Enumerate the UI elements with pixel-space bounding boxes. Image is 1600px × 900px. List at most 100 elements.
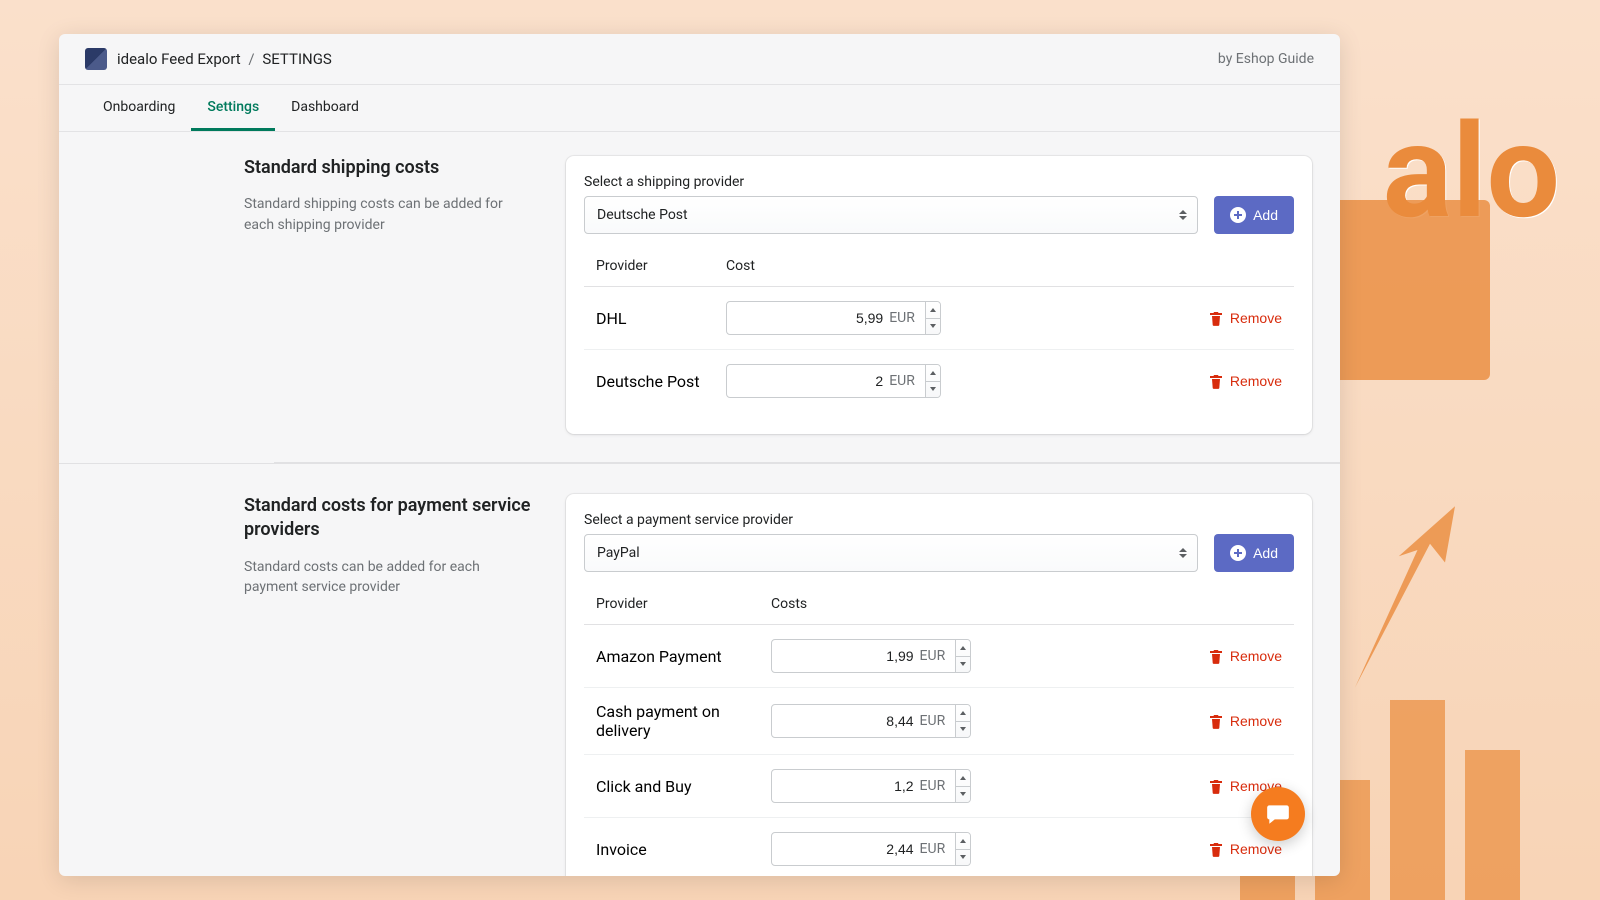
app-window: idealo Feed Export / SETTINGS by Eshop G…	[59, 34, 1340, 876]
payment-add-button[interactable]: Add	[1214, 534, 1294, 572]
plus-circle-icon	[1230, 207, 1246, 223]
breadcrumb-app[interactable]: idealo Feed Export	[117, 50, 241, 68]
shipping-row-provider: Deutsche Post	[596, 372, 726, 391]
currency-suffix: EUR	[920, 705, 956, 737]
chat-bubble-icon	[1265, 801, 1291, 827]
stepper-down-icon[interactable]	[926, 318, 940, 335]
remove-label: Remove	[1230, 373, 1282, 389]
shipping-row: Deutsche Post EUR	[584, 350, 1294, 412]
payment-cost-input[interactable]: EUR	[771, 832, 971, 866]
shipping-provider-selected: Deutsche Post	[597, 207, 688, 223]
shipping-row-provider: DHL	[596, 309, 726, 328]
shipping-cost-input[interactable]: EUR	[726, 301, 941, 335]
currency-suffix: EUR	[920, 640, 956, 672]
payment-cost-field[interactable]	[772, 770, 920, 802]
shipping-cost-field[interactable]	[727, 365, 889, 397]
payment-remove-button[interactable]: Remove	[1209, 841, 1282, 857]
shipping-remove-button[interactable]: Remove	[1209, 373, 1282, 389]
trash-icon	[1209, 374, 1223, 389]
content-area: Standard shipping costs Standard shippin…	[59, 132, 1340, 876]
section-shipping: Standard shipping costs Standard shippin…	[59, 132, 1340, 434]
shipping-col-provider: Provider	[596, 258, 726, 274]
shipping-cost-input[interactable]: EUR	[726, 364, 941, 398]
remove-label: Remove	[1230, 713, 1282, 729]
select-caret-icon	[1179, 548, 1187, 558]
currency-suffix: EUR	[889, 365, 925, 397]
payment-add-label: Add	[1253, 545, 1278, 561]
trash-icon	[1209, 311, 1223, 326]
header-byline: by Eshop Guide	[1218, 51, 1314, 67]
breadcrumb: idealo Feed Export / SETTINGS	[117, 50, 332, 68]
stepper-down-icon[interactable]	[956, 849, 970, 866]
tab-onboarding[interactable]: Onboarding	[87, 85, 191, 131]
payment-card: Select a payment service provider PayPal…	[566, 494, 1312, 876]
select-caret-icon	[1179, 210, 1187, 220]
payment-provider-selected: PayPal	[597, 545, 640, 561]
payment-cost-field[interactable]	[772, 833, 920, 865]
shipping-add-label: Add	[1253, 207, 1278, 223]
payment-cost-input[interactable]: EUR	[771, 769, 971, 803]
shipping-provider-select[interactable]: Deutsche Post	[584, 196, 1198, 234]
payment-section-description: Standard costs can be added for each pay…	[244, 557, 534, 598]
background-brand-text: alo	[1383, 95, 1560, 248]
help-chat-button[interactable]	[1251, 787, 1305, 841]
currency-suffix: EUR	[920, 770, 956, 802]
currency-suffix: EUR	[920, 833, 956, 865]
payment-table: Provider Costs Amazon Payment EUR	[584, 586, 1294, 876]
shipping-table: Provider Cost DHL EUR	[584, 248, 1294, 412]
tabs: Onboarding Settings Dashboard	[59, 85, 1340, 132]
payment-row: Click and Buy EUR	[584, 755, 1294, 818]
plus-circle-icon	[1230, 545, 1246, 561]
trash-icon	[1209, 714, 1223, 729]
payment-row-provider: Cash payment on delivery	[596, 702, 771, 740]
app-header: idealo Feed Export / SETTINGS by Eshop G…	[59, 34, 1340, 85]
payment-col-cost: Costs	[771, 596, 1282, 612]
payment-section-title: Standard costs for payment service provi…	[244, 494, 534, 543]
payment-cost-input[interactable]: EUR	[771, 704, 971, 738]
shipping-card: Select a shipping provider Deutsche Post…	[566, 156, 1312, 434]
tab-dashboard[interactable]: Dashboard	[275, 85, 375, 131]
app-logo-icon	[85, 48, 107, 70]
payment-cost-field[interactable]	[772, 705, 920, 737]
background-arrow-shape	[1330, 500, 1480, 700]
payment-row-provider: Click and Buy	[596, 777, 771, 796]
shipping-cost-field[interactable]	[727, 302, 889, 334]
shipping-remove-button[interactable]: Remove	[1209, 310, 1282, 326]
stepper-up-icon[interactable]	[956, 833, 970, 849]
payment-row: Amazon Payment EUR	[584, 625, 1294, 688]
stepper-down-icon[interactable]	[956, 656, 970, 673]
shipping-select-label: Select a shipping provider	[584, 174, 1294, 190]
remove-label: Remove	[1230, 648, 1282, 664]
payment-col-provider: Provider	[596, 596, 771, 612]
payment-remove-button[interactable]: Remove	[1209, 648, 1282, 664]
payment-cost-input[interactable]: EUR	[771, 639, 971, 673]
payment-row: Invoice EUR	[584, 818, 1294, 876]
trash-icon	[1209, 842, 1223, 857]
stepper-up-icon[interactable]	[956, 705, 970, 721]
breadcrumb-separator: /	[248, 50, 254, 68]
stepper-up-icon[interactable]	[926, 302, 940, 318]
trash-icon	[1209, 649, 1223, 664]
payment-select-label: Select a payment service provider	[584, 512, 1294, 528]
tab-settings[interactable]: Settings	[191, 85, 275, 131]
stepper-up-icon[interactable]	[926, 365, 940, 381]
shipping-add-button[interactable]: Add	[1214, 196, 1294, 234]
payment-cost-field[interactable]	[772, 640, 920, 672]
payment-row: Cash payment on delivery EUR	[584, 688, 1294, 755]
stepper-down-icon[interactable]	[956, 786, 970, 803]
stepper-up-icon[interactable]	[956, 640, 970, 656]
remove-label: Remove	[1230, 310, 1282, 326]
shipping-row: DHL EUR	[584, 287, 1294, 350]
stepper-down-icon[interactable]	[956, 721, 970, 738]
shipping-col-cost: Cost	[726, 258, 1282, 274]
payment-row-provider: Amazon Payment	[596, 647, 771, 666]
shipping-section-description: Standard shipping costs can be added for…	[244, 194, 534, 235]
remove-label: Remove	[1230, 841, 1282, 857]
payment-remove-button[interactable]: Remove	[1209, 713, 1282, 729]
stepper-down-icon[interactable]	[926, 381, 940, 398]
stepper-up-icon[interactable]	[956, 770, 970, 786]
payment-row-provider: Invoice	[596, 840, 771, 859]
currency-suffix: EUR	[889, 302, 925, 334]
shipping-section-title: Standard shipping costs	[244, 156, 534, 180]
payment-provider-select[interactable]: PayPal	[584, 534, 1198, 572]
